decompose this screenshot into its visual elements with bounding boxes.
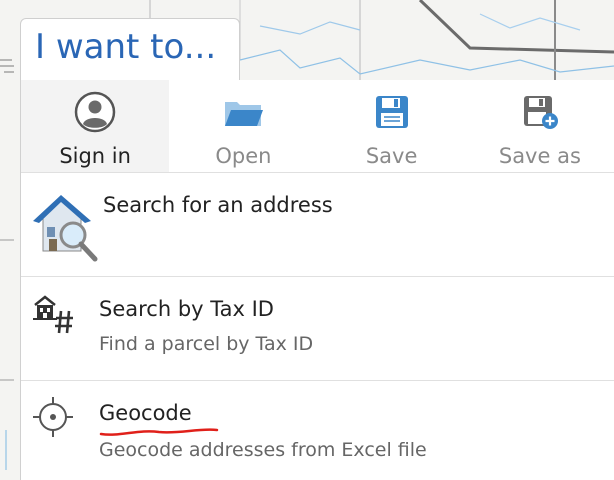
menu-item-geocode[interactable]: Geocode Geocode addresses from Excel fil… — [21, 381, 614, 480]
toolbar: Sign in Open Save Save as — [21, 80, 614, 173]
save-icon — [375, 96, 408, 128]
menu-item-title: Search by Tax ID — [99, 297, 274, 321]
red-underline-annotation — [99, 428, 219, 436]
menu-item-subtitle: Find a parcel by Tax ID — [99, 333, 314, 355]
open-button[interactable]: Open — [169, 80, 317, 172]
crosshair-icon — [33, 397, 73, 437]
sign-in-button[interactable]: Sign in — [21, 80, 170, 172]
menu-item-search-tax-id[interactable]: Search by Tax ID Find a parcel by Tax ID — [21, 277, 614, 381]
user-icon — [74, 91, 116, 133]
menu-item-subtitle: Geocode addresses from Excel file — [99, 439, 427, 461]
save-as-button[interactable]: Save as — [466, 80, 614, 172]
save-as-icon — [523, 96, 558, 129]
save-button[interactable]: Save — [318, 80, 466, 172]
i-want-to-panel: Sign in Open Save Save as Search for an … — [20, 80, 614, 480]
house-search-icon — [33, 195, 98, 262]
i-want-to-tab[interactable]: I want to... — [20, 18, 240, 82]
menu-item-search-address[interactable]: Search for an address — [21, 173, 614, 277]
tax-parcel-icon — [33, 295, 73, 334]
open-label: Open — [215, 144, 272, 168]
save-label: Save — [365, 144, 418, 168]
menu-item-title: Search for an address — [103, 193, 333, 217]
sign-in-label: Sign in — [59, 144, 131, 168]
screen: I want to... Sign in Open Save Save as S… — [0, 0, 614, 480]
i-want-to-label: I want to... — [35, 27, 217, 67]
save-as-label: Save as — [498, 144, 581, 168]
folder-icon — [225, 102, 264, 126]
menu-item-title: Geocode — [99, 401, 192, 425]
